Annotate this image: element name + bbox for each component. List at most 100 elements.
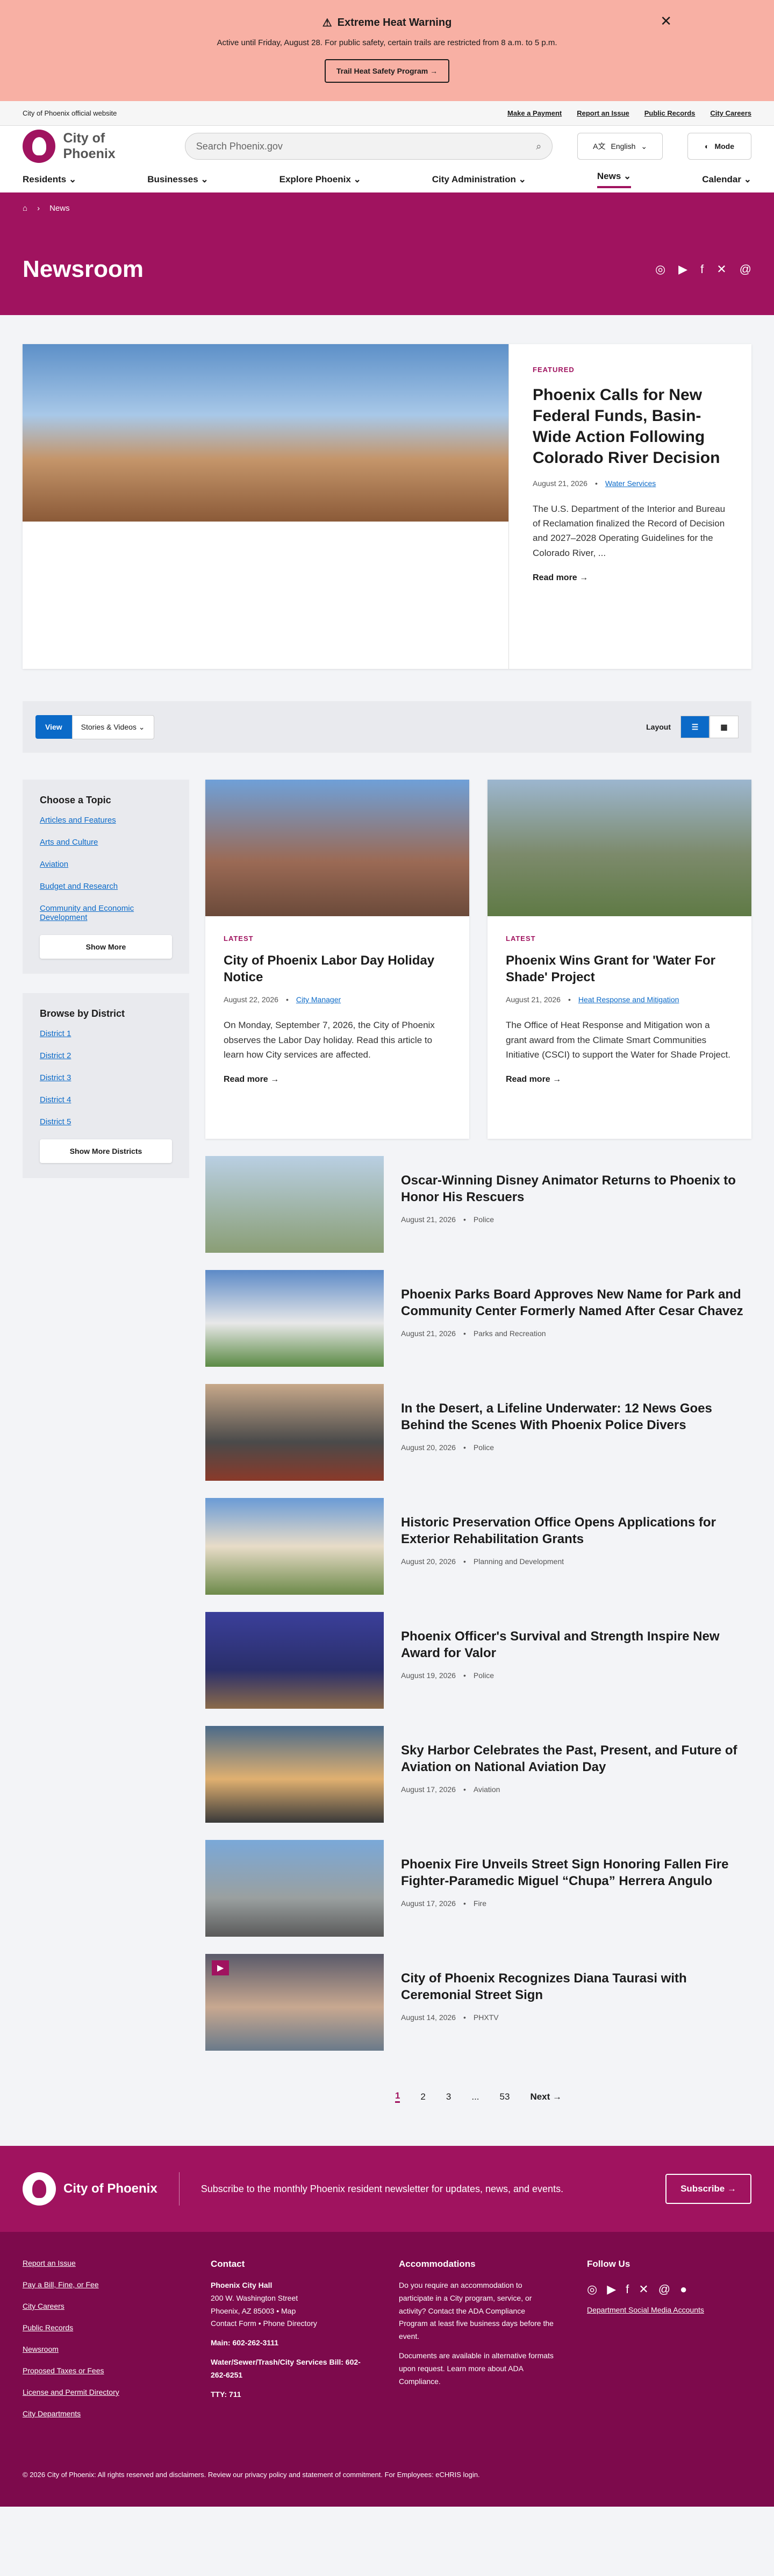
topic-link[interactable]: Community and Economic Development xyxy=(40,904,172,922)
featured-read-more[interactable]: Read more → xyxy=(533,573,728,583)
card-title[interactable]: City of Phoenix Labor Day Holiday Notice xyxy=(224,952,451,986)
x-icon[interactable]: ✕ xyxy=(639,2279,648,2299)
featured-title[interactable]: Phoenix Calls for New Federal Funds, Bas… xyxy=(533,384,728,468)
show-more-topics-button[interactable]: Show More xyxy=(40,935,172,959)
list-item-title[interactable]: Sky Harbor Celebrates the Past, Present,… xyxy=(401,1742,751,1775)
district-link[interactable]: District 5 xyxy=(40,1117,172,1126)
topic-link[interactable]: Aviation xyxy=(40,860,172,869)
list-item-date: August 17, 2026 xyxy=(401,1899,456,1908)
card-title[interactable]: Phoenix Wins Grant for 'Water For Shade'… xyxy=(506,952,733,986)
footer-link[interactable]: City Careers xyxy=(23,2302,178,2310)
list-item[interactable]: Phoenix Fire Unveils Street Sign Honorin… xyxy=(205,1840,751,1937)
youtube-icon[interactable]: ▶ xyxy=(678,262,687,276)
threads-icon[interactable]: @ xyxy=(740,262,751,276)
facebook-icon[interactable]: f xyxy=(700,262,704,276)
footer-link[interactable]: Proposed Taxes or Fees xyxy=(23,2366,178,2375)
list-item[interactable]: Historic Preservation Office Opens Appli… xyxy=(205,1498,751,1595)
make-payment-link[interactable]: Make a Payment xyxy=(507,109,562,117)
search-input[interactable]: Search Phoenix.gov ⌕ xyxy=(184,133,553,160)
card-read-more[interactable]: Read more → xyxy=(506,1075,733,1084)
footer-link[interactable]: City Departments xyxy=(23,2409,178,2418)
featured-story[interactable]: FEATURED Phoenix Calls for New Federal F… xyxy=(23,344,751,669)
district-link[interactable]: District 2 xyxy=(40,1051,172,1060)
footer-link[interactable]: Newsroom xyxy=(23,2345,178,2353)
social-accounts-link[interactable]: Department Social Media Accounts xyxy=(587,2306,743,2314)
grid-view-icon[interactable]: ▦ xyxy=(710,716,739,738)
list-view-icon[interactable]: ☰ xyxy=(680,716,710,738)
home-icon[interactable]: ⌂ xyxy=(23,204,27,213)
nav-residents[interactable]: Residents ⌄ xyxy=(23,174,76,185)
x-icon[interactable]: ✕ xyxy=(716,262,726,276)
page-link[interactable]: 2 xyxy=(420,2092,425,2102)
reddit-icon[interactable]: ● xyxy=(680,2279,687,2299)
page-link[interactable]: 3 xyxy=(446,2092,451,2102)
footer-link[interactable]: License and Permit Directory xyxy=(23,2388,178,2396)
district-link[interactable]: District 4 xyxy=(40,1095,172,1104)
footer-link[interactable]: Pay a Bill, Fine, or Fee xyxy=(23,2280,178,2289)
page-link[interactable]: 53 xyxy=(500,2092,510,2102)
play-icon[interactable]: ▶ xyxy=(212,1960,230,1975)
list-item[interactable]: Phoenix Officer's Survival and Strength … xyxy=(205,1612,751,1709)
list-item-title[interactable]: In the Desert, a Lifeline Underwater: 12… xyxy=(401,1400,751,1433)
nav-news[interactable]: News ⌄ xyxy=(597,171,632,188)
public-records-link[interactable]: Public Records xyxy=(644,109,696,117)
district-link[interactable]: District 3 xyxy=(40,1073,172,1082)
footer-logo[interactable]: City of Phoenix xyxy=(23,2172,180,2206)
list-item-title[interactable]: Historic Preservation Office Opens Appli… xyxy=(401,1514,751,1547)
accommodations-heading: Accommodations xyxy=(399,2259,476,2269)
topic-link[interactable]: Articles and Features xyxy=(40,816,172,825)
card-read-more[interactable]: Read more → xyxy=(224,1075,451,1084)
site-logo[interactable]: City of Phoenix xyxy=(23,130,160,163)
list-item-title[interactable]: Phoenix Parks Board Approves New Name fo… xyxy=(401,1286,751,1319)
breadcrumb: ⌂ › News xyxy=(0,192,774,224)
subscribe-button[interactable]: Subscribe → xyxy=(665,2174,751,2204)
facebook-icon[interactable]: f xyxy=(626,2279,629,2299)
view-select[interactable]: Stories & Videos ⌄ xyxy=(71,715,154,739)
breadcrumb-news[interactable]: News xyxy=(49,204,70,213)
search-icon[interactable]: ⌕ xyxy=(536,141,541,152)
nav-businesses[interactable]: Businesses ⌄ xyxy=(147,174,208,185)
nav-explore[interactable]: Explore Phoenix ⌄ xyxy=(280,174,361,185)
chevron-down-icon: ⌄ xyxy=(641,141,648,151)
district-link[interactable]: District 1 xyxy=(40,1029,172,1038)
close-icon[interactable]: ✕ xyxy=(660,13,672,30)
report-issue-link[interactable]: Report an Issue xyxy=(577,109,629,117)
nav-administration[interactable]: City Administration ⌄ xyxy=(432,174,526,185)
dot-separator: • xyxy=(463,1215,466,1224)
card-tag[interactable]: Heat Response and Mitigation xyxy=(578,995,679,1004)
threads-icon[interactable]: @ xyxy=(658,2279,670,2299)
instagram-icon[interactable]: ◎ xyxy=(655,262,665,276)
footer-link[interactable]: Report an Issue xyxy=(23,2259,178,2267)
instagram-icon[interactable]: ◎ xyxy=(587,2279,597,2299)
mode-label: Mode xyxy=(714,142,735,151)
news-card[interactable]: LATEST Phoenix Wins Grant for 'Water For… xyxy=(488,780,751,1139)
footer-link[interactable]: Public Records xyxy=(23,2323,178,2332)
list-item[interactable]: ▶ City of Phoenix Recognizes Diana Tauras… xyxy=(205,1954,751,2051)
topic-link[interactable]: Arts and Culture xyxy=(40,838,172,847)
main-phone[interactable]: Main: 602-262-3111 xyxy=(211,2338,278,2347)
page-link[interactable]: 1 xyxy=(395,2090,400,2103)
card-tag[interactable]: City Manager xyxy=(296,995,341,1004)
tty-phone[interactable]: TTY: 711 xyxy=(211,2390,241,2399)
list-item[interactable]: Sky Harbor Celebrates the Past, Present,… xyxy=(205,1726,751,1823)
list-item-title[interactable]: Oscar-Winning Disney Animator Returns to… xyxy=(401,1172,751,1205)
list-item[interactable]: In the Desert, a Lifeline Underwater: 12… xyxy=(205,1384,751,1481)
list-item-title[interactable]: Phoenix Fire Unveils Street Sign Honorin… xyxy=(401,1856,751,1889)
trail-safety-button[interactable]: Trail Heat Safety Program → xyxy=(324,59,450,83)
list-item[interactable]: Phoenix Parks Board Approves New Name fo… xyxy=(205,1270,751,1367)
youtube-icon[interactable]: ▶ xyxy=(607,2279,616,2299)
show-more-districts-button[interactable]: Show More Districts xyxy=(40,1139,172,1163)
contact-forms[interactable]: Contact Form • Phone Directory xyxy=(211,2319,317,2328)
next-page-button[interactable]: Next → xyxy=(530,2092,562,2102)
nav-calendar[interactable]: Calendar ⌄ xyxy=(702,174,751,185)
news-card[interactable]: LATEST City of Phoenix Labor Day Holiday… xyxy=(205,780,469,1139)
mode-toggle[interactable]: ◐ Mode xyxy=(687,133,751,160)
list-item-title[interactable]: Phoenix Officer's Survival and Strength … xyxy=(401,1628,751,1661)
topic-link[interactable]: Budget and Research xyxy=(40,882,172,891)
language-select[interactable]: A文 English ⌄ xyxy=(577,133,663,160)
list-item[interactable]: Oscar-Winning Disney Animator Returns to… xyxy=(205,1156,751,1253)
city-careers-link[interactable]: City Careers xyxy=(710,109,751,117)
featured-tag[interactable]: Water Services xyxy=(605,479,656,488)
list-item-title[interactable]: City of Phoenix Recognizes Diana Taurasi… xyxy=(401,1970,751,2003)
bill-phone[interactable]: Water/Sewer/Trash/City Services Bill: 60… xyxy=(211,2358,361,2379)
